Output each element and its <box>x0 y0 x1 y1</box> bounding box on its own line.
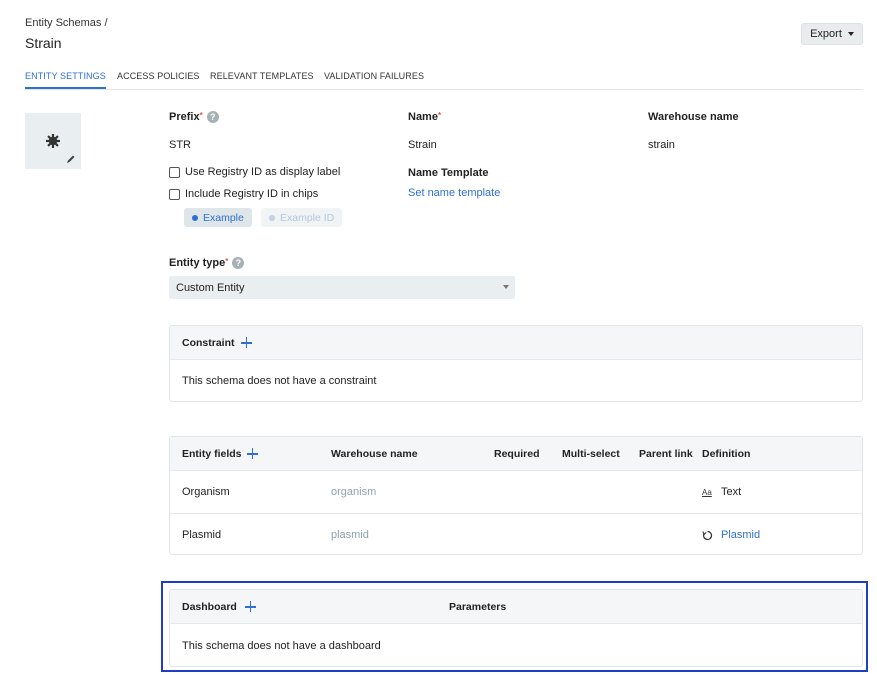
tab-bar: ENTITY SETTINGS ACCESS POLICIES RELEVANT… <box>25 71 863 90</box>
field-name: Organism <box>182 486 230 498</box>
export-button-label: Export <box>810 28 842 40</box>
help-icon[interactable]: ? <box>206 111 219 124</box>
table-row[interactable]: Plasmid plasmid Plasmid <box>170 513 862 555</box>
add-entity-field-plus-icon[interactable] <box>247 448 258 459</box>
example-chip-label: Example <box>203 211 244 224</box>
example-id-chip: Example ID <box>261 208 343 227</box>
parent-link-column-header: Parent link <box>639 448 693 460</box>
constraint-empty-text: This schema does not have a constraint <box>182 375 377 387</box>
name-label: Name* <box>408 111 441 123</box>
pencil-icon[interactable] <box>66 154 76 164</box>
set-name-template-link[interactable]: Set name template <box>408 187 500 199</box>
export-button[interactable]: Export <box>801 23 863 45</box>
entity-dot-icon <box>192 214 198 221</box>
name-value: Strain <box>408 139 437 151</box>
prefix-value: STR <box>169 139 191 151</box>
name-label-text: Name <box>408 111 438 123</box>
entity-fields-header: Entity fields Warehouse name Required Mu… <box>170 437 862 471</box>
constraint-header: Constraint <box>170 326 862 360</box>
text-type-icon: Aa <box>702 488 712 497</box>
field-name: Plasmid <box>182 529 222 541</box>
name-template-label: Name Template <box>408 167 489 179</box>
definition-column-header: Definition <box>702 448 751 460</box>
prefix-label: Prefix*? <box>169 111 219 124</box>
field-warehouse-name: plasmid <box>331 529 369 541</box>
dashboard-highlight-box <box>161 581 868 672</box>
add-constraint-plus-icon[interactable] <box>241 337 252 348</box>
field-warehouse-name: organism <box>331 486 377 498</box>
prefix-label-text: Prefix <box>169 111 200 123</box>
tab-validation-failures[interactable]: VALIDATION FAILURES <box>324 71 424 87</box>
entity-dot-icon <box>269 214 275 221</box>
caret-down-icon <box>847 32 854 36</box>
entity-link-icon <box>702 530 713 541</box>
tab-access-policies[interactable]: ACCESS POLICIES <box>117 71 200 87</box>
warehouse-name-value: strain <box>648 139 675 151</box>
tab-entity-settings[interactable]: ENTITY SETTINGS <box>25 71 106 89</box>
required-mark: * <box>437 111 442 120</box>
help-icon[interactable]: ? <box>232 257 245 270</box>
include-registry-id-checkbox[interactable] <box>169 188 180 200</box>
breadcrumb[interactable]: Entity Schemas / <box>25 17 108 29</box>
field-definition: Text <box>721 486 742 498</box>
use-registry-id-option[interactable]: Use Registry ID as display label <box>169 166 340 178</box>
example-chip: Example <box>184 208 252 227</box>
entity-type-label-text: Entity type <box>169 257 226 269</box>
required-column-header: Required <box>494 448 540 460</box>
multi-select-column-header: Multi-select <box>562 448 620 460</box>
include-registry-id-option[interactable]: Include Registry ID in chips <box>169 188 318 200</box>
include-registry-id-label: Include Registry ID in chips <box>185 188 319 200</box>
constraint-title: Constraint <box>182 337 235 349</box>
use-registry-id-label: Use Registry ID as display label <box>185 166 341 178</box>
entity-fields-column-header: Entity fields <box>182 448 242 460</box>
entity-type-value: Custom Entity <box>176 281 245 294</box>
example-id-chip-label: Example ID <box>280 211 335 224</box>
caret-down-icon <box>503 285 509 289</box>
entity-fields-panel: Entity fields Warehouse name Required Mu… <box>169 436 863 555</box>
table-row[interactable]: Organism organism Aa Text <box>170 471 862 513</box>
required-mark: * <box>199 111 203 120</box>
schema-icon-editor[interactable] <box>25 113 81 169</box>
use-registry-id-checkbox[interactable] <box>169 166 180 178</box>
field-definition-link[interactable]: Plasmid <box>721 529 760 541</box>
entity-type-select[interactable]: Custom Entity <box>169 276 515 299</box>
page-title: Strain <box>25 35 62 51</box>
warehouse-name-column-header: Warehouse name <box>331 448 418 460</box>
warehouse-name-label: Warehouse name <box>648 111 739 123</box>
constraint-panel: Constraint This schema does not have a c… <box>169 325 863 402</box>
required-mark: * <box>225 257 229 266</box>
entity-type-label: Entity type*? <box>169 257 245 270</box>
tab-relevant-templates[interactable]: RELEVANT TEMPLATES <box>210 71 314 87</box>
